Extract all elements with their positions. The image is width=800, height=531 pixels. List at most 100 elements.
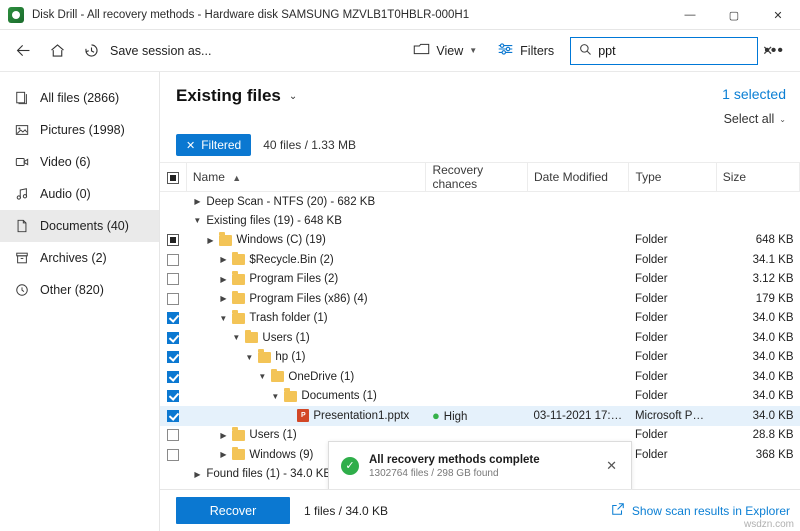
table-row[interactable]: ▶Windows (C) (19)Folder648 KB <box>160 231 800 251</box>
table-row[interactable]: ▼OneDrive (1)Folder34.0 KB <box>160 367 800 387</box>
expand-triangle-icon[interactable]: ▶ <box>192 470 202 479</box>
row-checkbox[interactable] <box>167 234 179 246</box>
sidebar-item-pictures[interactable]: Pictures (1998) <box>0 114 159 146</box>
sidebar-item-other[interactable]: Other (820) <box>0 274 159 306</box>
show-in-explorer-button[interactable]: Show scan results in Explorer <box>611 502 790 519</box>
row-checkbox[interactable] <box>167 332 179 344</box>
table-row[interactable]: ▶Deep Scan - NTFS (20) - 682 KB <box>160 192 800 212</box>
expand-triangle-icon[interactable]: ▶ <box>218 431 228 440</box>
table-row[interactable]: ▶Program Files (x86) (4)Folder179 KB <box>160 289 800 309</box>
collapse-triangle-icon[interactable]: ▼ <box>231 333 241 342</box>
sidebar-item-video[interactable]: Video (6) <box>0 146 159 178</box>
row-checkbox[interactable] <box>167 312 179 324</box>
table-row[interactable]: ▶PPresentation1.pptx●High03-11-2021 17:0… <box>160 406 800 426</box>
sort-ascending-icon: ▲ <box>232 173 241 183</box>
row-checkbox[interactable] <box>167 449 179 461</box>
row-checkbox-cell[interactable] <box>160 270 186 290</box>
filtered-chip[interactable]: ✕ Filtered <box>176 134 251 156</box>
back-arrow-icon[interactable] <box>6 34 40 68</box>
expand-triangle-icon[interactable]: ▶ <box>192 197 202 206</box>
cell-type: Folder <box>629 426 716 446</box>
row-checkbox[interactable] <box>167 429 179 441</box>
sidebar-item-archives[interactable]: Archives (2) <box>0 242 159 274</box>
row-checkbox[interactable] <box>167 293 179 305</box>
row-checkbox-cell[interactable] <box>160 348 186 368</box>
row-checkbox-cell[interactable] <box>160 406 186 426</box>
toast-close-icon[interactable]: ✕ <box>602 458 621 474</box>
row-name-label: Trash folder (1) <box>249 312 327 324</box>
table-row[interactable]: ▼Users (1)Folder34.0 KB <box>160 328 800 348</box>
row-checkbox-cell[interactable] <box>160 250 186 270</box>
row-checkbox-cell[interactable] <box>160 211 186 231</box>
row-checkbox-cell[interactable] <box>160 426 186 446</box>
row-checkbox-cell[interactable] <box>160 367 186 387</box>
column-header-size[interactable]: Size <box>716 163 799 192</box>
row-checkbox[interactable] <box>167 410 179 422</box>
cell-date-modified <box>527 328 629 348</box>
sidebar-item-all-files[interactable]: All files (2866) <box>0 82 159 114</box>
minimize-button[interactable]: — <box>668 0 712 30</box>
overflow-menu-button[interactable]: ••• <box>758 42 790 60</box>
column-header-type[interactable]: Type <box>629 163 716 192</box>
folder-icon <box>232 430 245 441</box>
view-button[interactable]: View ▼ <box>403 36 487 66</box>
home-icon[interactable] <box>40 34 74 68</box>
collapse-triangle-icon[interactable]: ▼ <box>244 353 254 362</box>
toast-body: All recovery methods complete 1302764 fi… <box>369 454 540 479</box>
select-all-checkbox-cell[interactable] <box>160 163 186 192</box>
row-checkbox-cell[interactable] <box>160 231 186 251</box>
expand-triangle-icon[interactable]: ▶ <box>218 255 228 264</box>
save-session-icon[interactable] <box>74 34 108 68</box>
close-button[interactable]: ✕ <box>756 0 800 30</box>
search-input[interactable] <box>592 44 759 58</box>
audio-icon <box>14 186 30 202</box>
row-checkbox[interactable] <box>167 390 179 402</box>
chevron-down-icon[interactable]: ⌄ <box>289 91 297 102</box>
collapse-triangle-icon[interactable]: ▼ <box>192 216 202 225</box>
column-header-name[interactable]: Name ▲ <box>186 163 426 192</box>
select-all-button[interactable]: Select all ⌄ <box>722 112 786 126</box>
table-row[interactable]: ▶$Recycle.Bin (2)Folder34.1 KB <box>160 250 800 270</box>
row-checkbox[interactable] <box>167 351 179 363</box>
results-table: Name ▲ Recovery chances Date Modified Ty… <box>160 162 800 484</box>
close-icon[interactable]: ✕ <box>186 139 195 152</box>
collapse-triangle-icon[interactable]: ▼ <box>218 314 228 323</box>
table-row[interactable]: ▼Existing files (19) - 648 KB <box>160 211 800 231</box>
sidebar-item-audio[interactable]: Audio (0) <box>0 178 159 210</box>
table-row[interactable]: ▶Program Files (2)Folder3.12 KB <box>160 270 800 290</box>
row-checkbox-cell[interactable] <box>160 309 186 329</box>
filters-button[interactable]: Filters <box>487 36 564 66</box>
cell-recovery-chance <box>426 250 528 270</box>
column-header-date-modified[interactable]: Date Modified <box>527 163 629 192</box>
sidebar-item-documents[interactable]: Documents (40) <box>0 210 159 242</box>
external-link-icon <box>611 502 625 519</box>
table-row[interactable]: ▼hp (1)Folder34.0 KB <box>160 348 800 368</box>
row-checkbox[interactable] <box>167 273 179 285</box>
search-box[interactable]: ✕ <box>570 37 758 65</box>
select-all-checkbox[interactable] <box>167 172 179 184</box>
row-checkbox[interactable] <box>167 254 179 266</box>
chance-dot-icon: ● <box>432 408 440 423</box>
row-checkbox-cell[interactable] <box>160 289 186 309</box>
column-header-recovery-chances[interactable]: Recovery chances <box>426 163 528 192</box>
window-title: Disk Drill - All recovery methods - Hard… <box>32 9 469 21</box>
row-checkbox-cell[interactable] <box>160 445 186 465</box>
expand-triangle-icon[interactable]: ▶ <box>218 275 228 284</box>
table-row[interactable]: ▼Documents (1)Folder34.0 KB <box>160 387 800 407</box>
expand-triangle-icon[interactable]: ▶ <box>218 294 228 303</box>
table-row[interactable]: ▼Trash folder (1)Folder34.0 KB <box>160 309 800 329</box>
row-checkbox[interactable] <box>167 371 179 383</box>
collapse-triangle-icon[interactable]: ▼ <box>257 372 267 381</box>
collapse-triangle-icon[interactable]: ▼ <box>270 392 280 401</box>
recover-button[interactable]: Recover <box>176 497 290 524</box>
page-title[interactable]: Existing files ⌄ <box>176 86 297 106</box>
row-checkbox-cell[interactable] <box>160 465 186 485</box>
expand-triangle-icon[interactable]: ▶ <box>205 236 215 245</box>
row-checkbox-cell[interactable] <box>160 192 186 212</box>
files-icon <box>14 90 30 106</box>
maximize-button[interactable]: ▢ <box>712 0 756 30</box>
row-checkbox-cell[interactable] <box>160 387 186 407</box>
expand-triangle-icon[interactable]: ▶ <box>218 450 228 459</box>
save-session-label[interactable]: Save session as... <box>110 44 211 58</box>
row-checkbox-cell[interactable] <box>160 328 186 348</box>
